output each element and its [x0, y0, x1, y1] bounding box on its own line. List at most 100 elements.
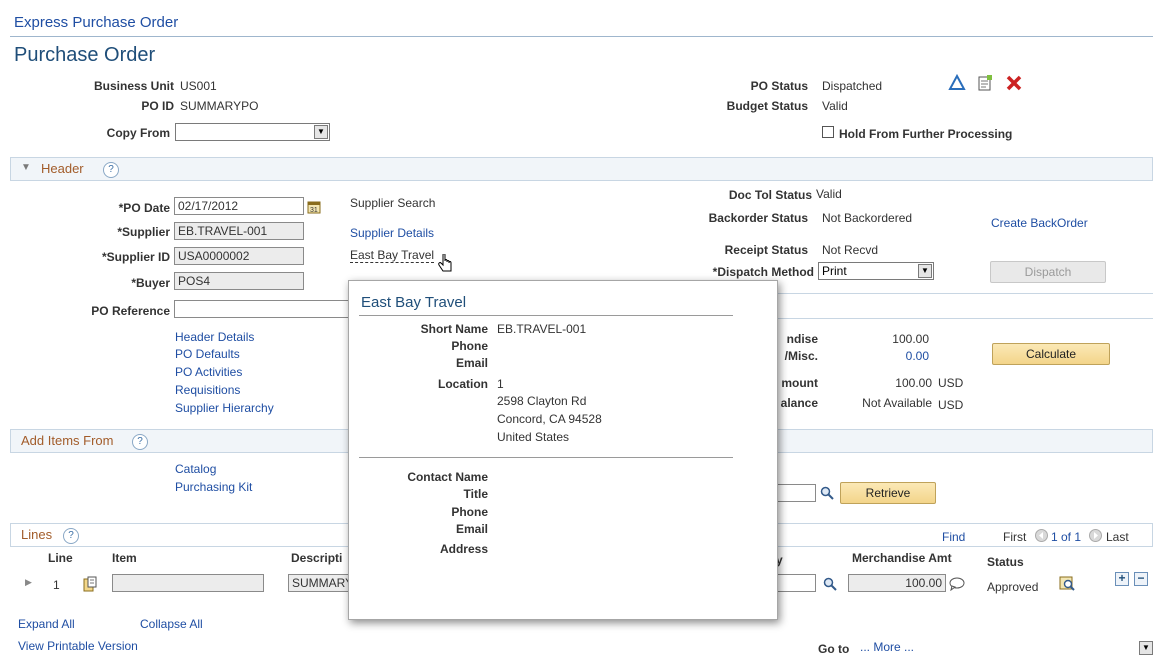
doc-tol-status-value: Valid — [816, 187, 842, 201]
balance-value: Not Available — [862, 396, 932, 410]
comment-bubble-icon[interactable] — [949, 577, 965, 592]
svg-text:31: 31 — [310, 207, 318, 214]
view-printable-version-link[interactable]: View Printable Version — [18, 639, 138, 653]
supplier-hierarchy-link[interactable]: Supplier Hierarchy — [175, 401, 274, 415]
retrieve-button[interactable]: Retrieve — [840, 482, 936, 504]
budget-status-label: Budget Status — [726, 99, 808, 113]
supplier-info-popup: East Bay Travel Short Name EB.TRAVEL-001… — [348, 280, 778, 620]
view-details-icon[interactable] — [1059, 575, 1075, 591]
add-items-section-title: Add Items From — [21, 433, 114, 448]
expand-row-triangle-icon[interactable]: ▶ — [25, 577, 32, 588]
purchasing-kit-link[interactable]: Purchasing Kit — [175, 480, 252, 494]
calendar-icon[interactable]: 31 — [307, 200, 321, 214]
po-reference-label: PO Reference — [91, 304, 170, 318]
supplier-input[interactable]: EB.TRAVEL-001 — [174, 222, 304, 240]
email-label: Email — [455, 356, 488, 370]
supplier-details-link[interactable]: Supplier Details — [350, 226, 434, 240]
copy-from-select[interactable]: ▼ — [175, 123, 330, 141]
chevron-down-icon: ▼ — [918, 264, 932, 278]
dispatch-button[interactable]: Dispatch — [990, 261, 1106, 283]
po-date-label: *PO Date — [118, 201, 170, 215]
add-row-icon[interactable]: + — [1115, 572, 1129, 586]
create-backorder-link[interactable]: Create BackOrder — [991, 216, 1088, 230]
hold-label: Hold From Further Processing — [839, 127, 1013, 141]
calculate-button[interactable]: Calculate — [992, 343, 1110, 365]
find-link[interactable]: Find — [942, 530, 965, 544]
freight-misc-link[interactable]: 0.00 — [885, 349, 929, 363]
goto-select[interactable]: ▼ — [1139, 640, 1153, 658]
contact-name-label: Contact Name — [407, 470, 488, 484]
doc-tol-status-label: Doc Tol Status — [728, 188, 812, 202]
row-status-value: Approved — [987, 580, 1039, 594]
help-icon[interactable]: ? — [132, 434, 148, 450]
chevron-down-icon: ▼ — [314, 125, 328, 139]
address-line-2: Concord, CA 94528 — [497, 412, 602, 426]
popup-divider — [359, 457, 733, 458]
po-date-input[interactable]: 02/17/2012 — [174, 197, 304, 215]
last-label: Last — [1106, 530, 1129, 544]
supplier-id-label: *Supplier ID — [101, 250, 170, 264]
catalog-link[interactable]: Catalog — [175, 462, 216, 476]
more-link[interactable]: ... More ... — [860, 640, 914, 654]
short-name-value: EB.TRAVEL-001 — [497, 322, 587, 336]
collapse-triangle-icon[interactable]: ▼ — [21, 162, 31, 173]
breadcrumb[interactable]: Express Purchase Order — [14, 14, 178, 31]
delete-icon[interactable] — [1005, 74, 1023, 92]
row-item-input[interactable] — [112, 574, 264, 592]
supplier-id-input[interactable]: USA0000002 — [174, 247, 304, 265]
hand-pointer-cursor-icon — [438, 253, 454, 274]
edit-document-icon[interactable] — [976, 74, 994, 92]
supplier-search-label: Supplier Search — [350, 196, 436, 210]
contact-title-label: Title — [463, 487, 488, 501]
supplier-name-link[interactable]: East Bay Travel — [350, 248, 435, 263]
help-icon[interactable]: ? — [63, 528, 79, 544]
short-name-label: Short Name — [420, 322, 488, 336]
contact-address-label: Address — [439, 542, 488, 556]
hold-checkbox[interactable] — [822, 126, 834, 138]
help-icon[interactable]: ? — [103, 162, 119, 178]
backorder-status-label: Backorder Status — [708, 211, 808, 225]
po-status-value: Dispatched — [822, 79, 883, 93]
balance-currency: USD — [938, 398, 964, 412]
row-line-number: 1 — [53, 578, 60, 592]
receipt-status-label: Receipt Status — [724, 243, 808, 257]
backorder-status-value: Not Backordered — [822, 211, 913, 225]
po-activities-link[interactable]: PO Activities — [175, 365, 242, 379]
receipt-status-value: Not Recvd — [822, 243, 879, 257]
col-item-header: Item — [112, 551, 137, 565]
page-title: Purchase Order — [14, 44, 156, 66]
po-id-label: PO ID — [141, 99, 174, 113]
search-icon[interactable] — [820, 486, 834, 500]
previous-arrow-icon[interactable] — [1035, 529, 1048, 542]
pager-text: 1 of 1 — [1051, 530, 1082, 544]
dispatch-method-label: *Dispatch Method — [712, 265, 814, 279]
merchandise-value: 100.00 — [892, 332, 929, 346]
po-defaults-link[interactable]: PO Defaults — [175, 347, 240, 361]
dispatch-method-select[interactable]: Print ▼ — [818, 262, 934, 280]
collapse-all-link[interactable]: Collapse All — [140, 617, 203, 631]
col-merchandise-header: Merchandise Amt — [852, 551, 952, 565]
goto-label: Go to — [818, 642, 850, 656]
expand-all-link[interactable]: Expand All — [18, 617, 75, 631]
search-icon[interactable] — [823, 577, 837, 591]
lines-section-title: Lines — [21, 527, 53, 542]
buyer-label: *Buyer — [131, 276, 170, 290]
buyer-input[interactable]: POS4 — [174, 272, 304, 290]
dispatch-method-value: Print — [822, 264, 847, 278]
row-merchandise-input[interactable]: 100.00 — [848, 574, 946, 592]
col-line-header: Line — [48, 551, 73, 565]
header-details-link[interactable]: Header Details — [175, 330, 254, 344]
col-description-header: Descripti — [291, 551, 343, 565]
copy-from-label: Copy From — [106, 126, 170, 140]
supplier-label: *Supplier — [117, 225, 170, 239]
delete-row-icon[interactable]: − — [1134, 572, 1148, 586]
header-section-bar[interactable]: ▼ Header ? — [10, 157, 1153, 181]
popup-divider — [359, 315, 733, 316]
po-reference-input[interactable] — [174, 300, 350, 318]
phone-label: Phone — [451, 339, 488, 353]
line-details-icon[interactable] — [82, 576, 98, 592]
next-arrow-icon[interactable] — [1089, 529, 1102, 542]
budget-check-triangle-icon[interactable] — [948, 73, 966, 92]
contact-phone-label: Phone — [451, 505, 488, 519]
requisitions-link[interactable]: Requisitions — [175, 383, 240, 397]
